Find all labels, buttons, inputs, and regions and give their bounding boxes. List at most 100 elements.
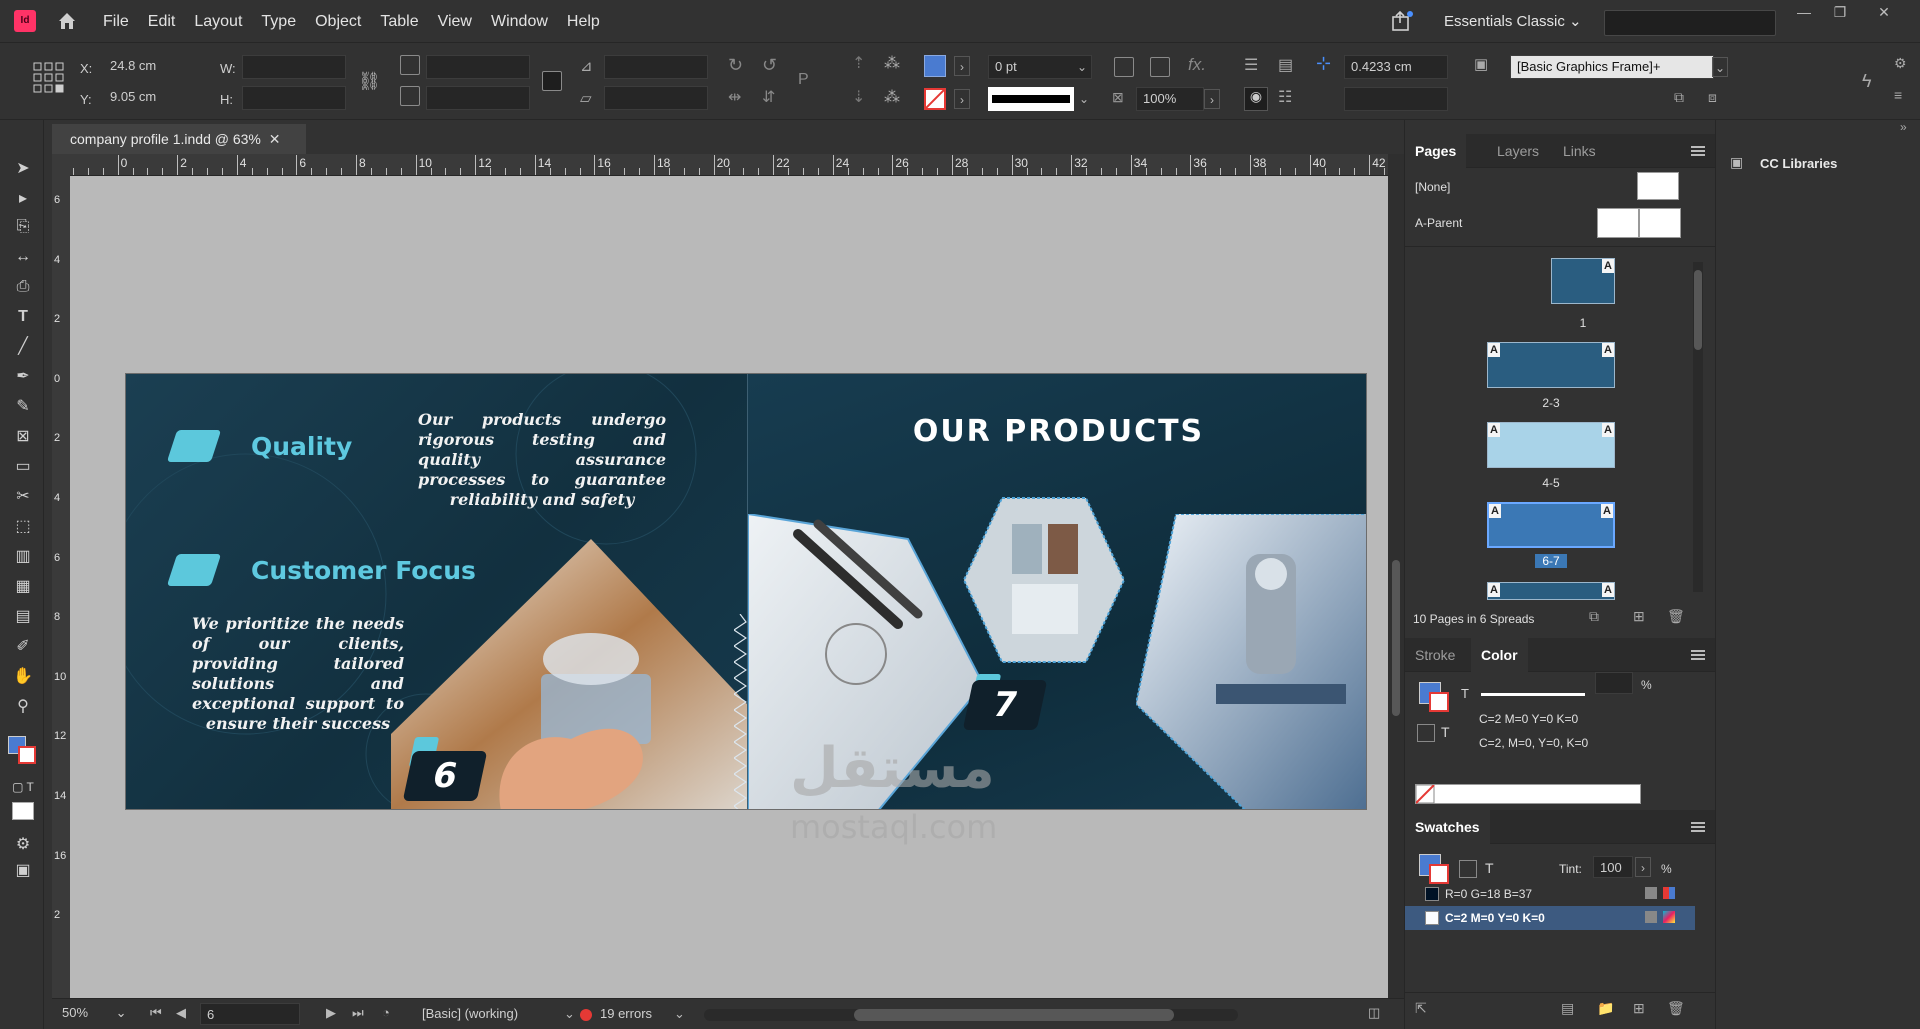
- y-field[interactable]: 9.05 cm: [104, 86, 194, 110]
- menu-help[interactable]: Help: [567, 0, 612, 43]
- pencil-tool-icon[interactable]: ✎: [12, 396, 34, 418]
- tab-swatches[interactable]: Swatches: [1405, 810, 1490, 844]
- a-parent-thumb-right[interactable]: [1639, 208, 1681, 238]
- stroke-color-icon[interactable]: [18, 746, 36, 764]
- menu-table[interactable]: Table: [380, 0, 430, 43]
- scale-x-icon[interactable]: [400, 55, 420, 75]
- pages-scrollbar[interactable]: [1693, 262, 1703, 592]
- formatting-affects-text-icon[interactable]: ▢ T: [12, 776, 34, 798]
- tab-layers[interactable]: Layers: [1487, 134, 1549, 168]
- fill-swatch[interactable]: [924, 55, 946, 77]
- tab-pages[interactable]: Pages: [1405, 134, 1467, 168]
- search-input[interactable]: [1604, 10, 1776, 36]
- menu-layout[interactable]: Layout: [194, 0, 254, 43]
- object-style-dropdown[interactable]: [Basic Graphics Frame]+: [1510, 55, 1714, 79]
- horizontal-scrollbar[interactable]: [704, 1009, 1238, 1021]
- none-parent-thumbnail[interactable]: [1637, 172, 1679, 200]
- close-icon[interactable]: ✕: [1872, 4, 1896, 24]
- chevron-down-icon[interactable]: ⌄: [674, 1006, 685, 1022]
- x-field[interactable]: 24.8 cm: [104, 55, 194, 79]
- screen-mode-icon[interactable]: ▣: [12, 860, 34, 882]
- document-tab[interactable]: company profile 1.indd @ 63% ✕: [52, 124, 306, 154]
- rotation-field[interactable]: [604, 55, 708, 79]
- new-color-group-icon[interactable]: 📁: [1597, 1000, 1614, 1017]
- tint-dropdown-icon[interactable]: ›: [1635, 857, 1651, 877]
- color-stroke-swatch[interactable]: [1429, 692, 1449, 712]
- gradient-feather-tool-icon[interactable]: ▦: [12, 576, 34, 598]
- select-content-icon[interactable]: ⁂: [884, 53, 900, 73]
- text-toggle-label[interactable]: T: [1461, 686, 1469, 701]
- close-tab-icon[interactable]: ✕: [269, 131, 281, 147]
- color-slider[interactable]: [1481, 693, 1585, 696]
- preflight-profile[interactable]: [Basic] (working): [422, 1006, 518, 1021]
- zoom-tool-icon[interactable]: ⚲: [12, 696, 34, 718]
- vertical-scrollbar[interactable]: [1388, 154, 1404, 998]
- tab-links[interactable]: Links: [1553, 134, 1606, 168]
- align-icon[interactable]: ◉: [1244, 87, 1268, 111]
- tint-field[interactable]: 100: [1593, 856, 1633, 878]
- hand-tool-icon[interactable]: ✋: [12, 666, 34, 688]
- color-percent-field[interactable]: [1595, 672, 1633, 694]
- delete-swatch-icon[interactable]: 🗑: [1667, 1000, 1685, 1017]
- text-toggle-icon[interactable]: T: [1485, 860, 1494, 876]
- rotate-cw-icon[interactable]: ↻: [728, 55, 743, 76]
- select-container-icon[interactable]: ⇡: [852, 53, 865, 73]
- constrain-proportions-icon[interactable]: ⛓: [358, 71, 381, 92]
- quick-actions-icon[interactable]: ϟ: [1862, 71, 1872, 92]
- spread-thumb-6-7[interactable]: AA: [1487, 502, 1615, 548]
- page-field[interactable]: 6: [200, 1003, 300, 1025]
- edit-page-size-icon[interactable]: ⧉: [1589, 608, 1599, 625]
- auto-fit-icon[interactable]: ⊹: [1316, 53, 1331, 74]
- opacity-field[interactable]: 100%: [1136, 87, 1204, 111]
- scale-x-field[interactable]: [426, 55, 530, 79]
- flip-horizontal-icon[interactable]: ⇹: [728, 87, 741, 107]
- show-swatches-icon[interactable]: ⇱: [1415, 1000, 1427, 1017]
- clear-overrides-icon[interactable]: ⧉: [1674, 89, 1684, 106]
- width-field[interactable]: [242, 55, 346, 79]
- minimize-icon[interactable]: —: [1792, 4, 1816, 24]
- delete-page-icon[interactable]: 🗑: [1667, 608, 1685, 625]
- select-next-icon[interactable]: ⁂: [884, 87, 900, 107]
- last-page-icon[interactable]: ⏭: [352, 1005, 364, 1021]
- page-6[interactable]: Quality Our products undergo rigorous te…: [126, 374, 747, 809]
- rotate-ccw-icon[interactable]: ↺: [762, 55, 777, 76]
- rectangle-frame-tool-icon[interactable]: ⊠: [12, 426, 34, 448]
- gap-secondary-field[interactable]: [1344, 87, 1448, 111]
- gradient-swatch-tool-icon[interactable]: ▥: [12, 546, 34, 568]
- swatch-row-selected[interactable]: C=2 M=0 Y=0 K=0: [1405, 906, 1695, 930]
- microscope-image[interactable]: [1136, 514, 1367, 810]
- note-tool-icon[interactable]: ▤: [12, 606, 34, 628]
- chevron-down-icon[interactable]: ⌄: [1074, 57, 1090, 77]
- gap-tool-icon[interactable]: ↔: [12, 246, 34, 268]
- quality-heading[interactable]: Quality: [251, 432, 352, 461]
- swatch-stroke-icon[interactable]: [1429, 864, 1449, 884]
- customer-focus-paragraph[interactable]: We prioritize the needs of our clients, …: [192, 614, 404, 734]
- scissors-tool-icon[interactable]: ✂: [12, 486, 34, 508]
- products-title[interactable]: OUR PRODUCTS: [748, 414, 1366, 449]
- view-mode-icon[interactable]: ⚙: [12, 834, 34, 856]
- spread-thumb-next[interactable]: AA: [1487, 582, 1615, 600]
- swatch-row[interactable]: R=0 G=18 B=37: [1405, 882, 1695, 906]
- previous-page-icon[interactable]: ◀: [176, 1005, 186, 1021]
- content-collector-icon[interactable]: ⎙: [12, 276, 34, 298]
- frame-icon[interactable]: [1150, 57, 1170, 77]
- chevron-down-icon[interactable]: ⌄: [1076, 89, 1092, 109]
- height-field[interactable]: [242, 86, 346, 110]
- spread-thumb-4-5[interactable]: AA: [1487, 422, 1615, 468]
- chevron-down-icon[interactable]: ⌄: [1712, 57, 1728, 77]
- scroll-thumb[interactable]: [854, 1009, 1174, 1021]
- flip-vertical-icon[interactable]: ⇵: [762, 87, 775, 107]
- text-wrap-icon[interactable]: ☰: [1244, 55, 1258, 75]
- free-transform-tool-icon[interactable]: ⬚: [12, 516, 34, 538]
- parent-none-label[interactable]: [None]: [1415, 180, 1450, 194]
- workspace-switcher[interactable]: Essentials Classic ⌄: [1444, 12, 1582, 30]
- select-previous-icon[interactable]: ⇣: [852, 87, 865, 107]
- fill-dropdown-icon[interactable]: ›: [954, 56, 970, 76]
- a-parent-label[interactable]: A-Parent: [1415, 216, 1462, 230]
- panel-menu-icon[interactable]: [1691, 650, 1705, 660]
- container-toggle-icon[interactable]: [1459, 860, 1477, 878]
- menu-file[interactable]: File: [103, 0, 141, 43]
- panel-menu-icon[interactable]: [1691, 146, 1705, 156]
- menu-window[interactable]: Window: [491, 0, 560, 43]
- home-icon[interactable]: [56, 10, 78, 32]
